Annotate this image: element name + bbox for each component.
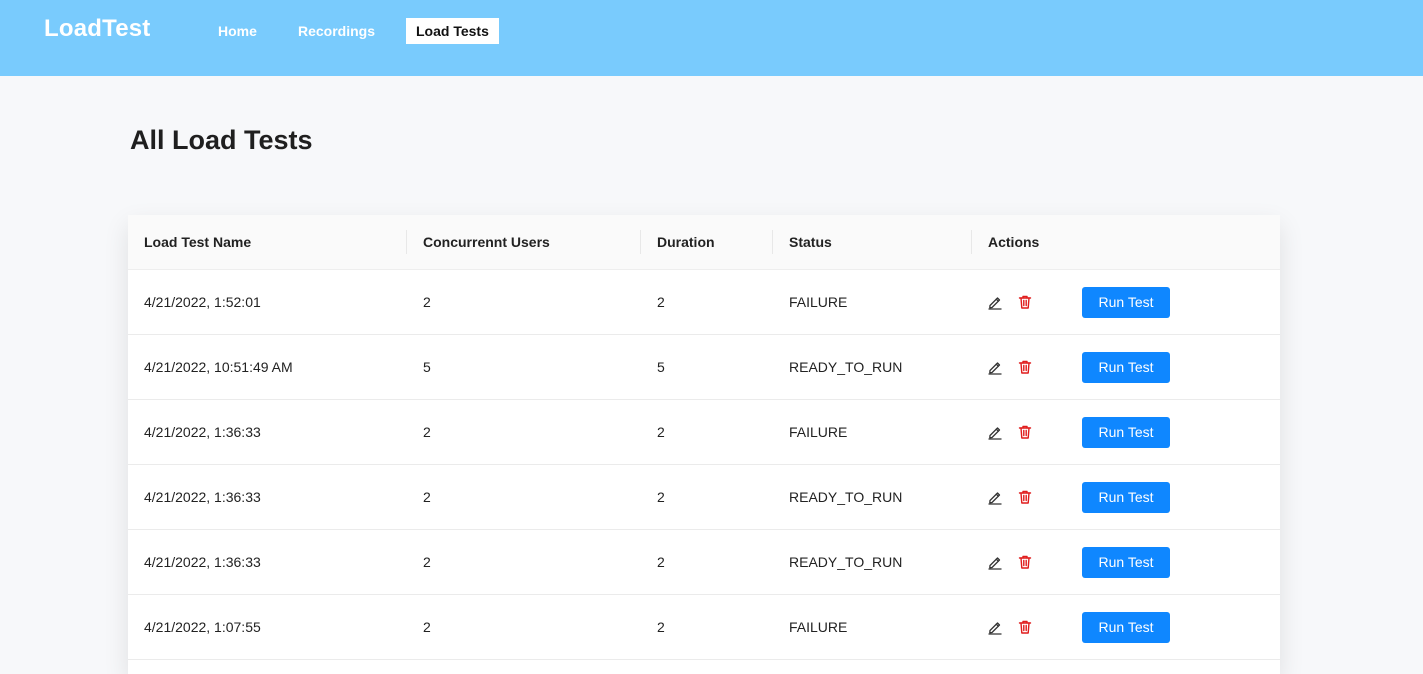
- cell-status: FAILURE: [789, 294, 848, 310]
- table-row: 4/21/2022, 10:51:49 AM 5 5 READY_TO_RUN …: [128, 335, 1280, 400]
- delete-icon[interactable]: [1017, 359, 1033, 375]
- table-row: 4/21/2022, 1:07:55 2 2 FAILURE Run Test: [128, 595, 1280, 660]
- cell-duration: 2: [657, 619, 665, 635]
- column-header-duration: Duration: [657, 234, 715, 250]
- cell-users: 2: [423, 294, 431, 310]
- column-header-name: Load Test Name: [144, 234, 252, 250]
- edit-icon[interactable]: [987, 294, 1003, 310]
- cell-name: 4/21/2022, 1:36:33: [144, 489, 261, 505]
- delete-icon[interactable]: [1017, 294, 1033, 310]
- cell-duration: 2: [657, 424, 665, 440]
- column-header-actions: Actions: [988, 234, 1040, 250]
- table-row: 4/21/2022, 1:52:01 2 2 FAILURE Run Test: [128, 270, 1280, 335]
- delete-icon[interactable]: [1017, 554, 1033, 570]
- nav-load-tests[interactable]: Load Tests: [406, 18, 499, 44]
- cell-duration: 5: [657, 359, 665, 375]
- run-test-button[interactable]: Run Test: [1082, 352, 1170, 383]
- delete-icon[interactable]: [1017, 424, 1033, 440]
- column-header-status: Status: [789, 234, 832, 250]
- run-test-button[interactable]: Run Test: [1082, 417, 1170, 448]
- column-divider: [640, 230, 641, 254]
- cell-users: 2: [423, 489, 431, 505]
- cell-name: 4/21/2022, 1:52:01: [144, 294, 261, 310]
- column-divider: [772, 230, 773, 254]
- cell-name: 4/21/2022, 10:51:49 AM: [144, 359, 293, 375]
- cell-name: 4/21/2022, 1:36:33: [144, 554, 261, 570]
- top-navbar: LoadTest Home Recordings Load Tests: [0, 0, 1423, 76]
- cell-status: FAILURE: [789, 619, 848, 635]
- edit-icon[interactable]: [987, 619, 1003, 635]
- run-test-button[interactable]: Run Test: [1082, 612, 1170, 643]
- cell-duration: 2: [657, 294, 665, 310]
- cell-status: READY_TO_RUN: [789, 489, 903, 505]
- delete-icon[interactable]: [1017, 619, 1033, 635]
- edit-icon[interactable]: [987, 489, 1003, 505]
- edit-icon[interactable]: [987, 554, 1003, 570]
- run-test-button[interactable]: Run Test: [1082, 547, 1170, 578]
- column-divider: [971, 230, 972, 254]
- cell-users: 5: [423, 359, 431, 375]
- run-test-button[interactable]: Run Test: [1082, 287, 1170, 318]
- table-header: Load Test Name Concurrennt Users Duratio…: [128, 215, 1280, 270]
- table-row: 4/21/2022, 1:36:33 2 2 READY_TO_RUN Run …: [128, 465, 1280, 530]
- nav-home[interactable]: Home: [208, 18, 267, 44]
- delete-icon[interactable]: [1017, 489, 1033, 505]
- cell-duration: 2: [657, 489, 665, 505]
- cell-users: 2: [423, 424, 431, 440]
- cell-duration: 2: [657, 554, 665, 570]
- cell-name: 4/21/2022, 1:07:55: [144, 619, 261, 635]
- cell-users: 2: [423, 554, 431, 570]
- cell-status: READY_TO_RUN: [789, 359, 903, 375]
- table-row: 4/21/2022, 1:36:33 2 2 READY_TO_RUN Run …: [128, 530, 1280, 595]
- cell-users: 2: [423, 619, 431, 635]
- brand-logo[interactable]: LoadTest: [44, 15, 151, 43]
- edit-icon[interactable]: [987, 424, 1003, 440]
- run-test-button[interactable]: Run Test: [1082, 482, 1170, 513]
- cell-name: 4/21/2022, 1:36:33: [144, 424, 261, 440]
- column-header-users: Concurrennt Users: [423, 234, 550, 250]
- nav-recordings[interactable]: Recordings: [288, 18, 385, 44]
- cell-status: READY_TO_RUN: [789, 554, 903, 570]
- column-divider: [406, 230, 407, 254]
- edit-icon[interactable]: [987, 359, 1003, 375]
- cell-status: FAILURE: [789, 424, 848, 440]
- table-row: 4/21/2022, 1:36:33 2 2 FAILURE Run Test: [128, 400, 1280, 465]
- load-tests-table: Load Test Name Concurrennt Users Duratio…: [128, 215, 1280, 674]
- page-title: All Load Tests: [130, 125, 313, 155]
